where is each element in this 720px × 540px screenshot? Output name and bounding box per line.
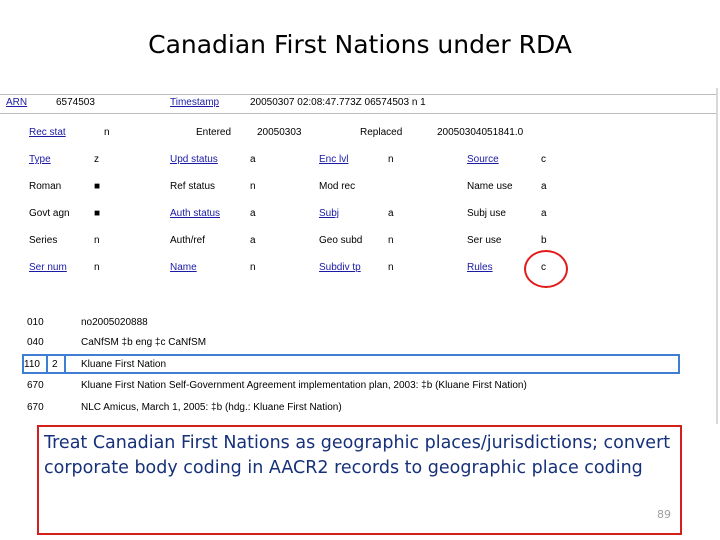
fixed-field-label: Roman (29, 181, 62, 192)
fixed-field-label[interactable]: Auth status (170, 208, 220, 219)
field-tag: 670 (27, 380, 44, 391)
screen-edge (716, 88, 718, 424)
fixed-field-value: n (388, 235, 394, 246)
fixed-field-value: c (541, 154, 546, 165)
fixed-field-value: a (250, 208, 256, 219)
fixed-field-label: Ref status (170, 181, 216, 192)
fixed-field-value: n (94, 262, 100, 273)
fixed-field-value: a (250, 235, 256, 246)
fixed-field-value: n (388, 262, 394, 273)
highlight-divider (46, 354, 48, 374)
fixed-field-label[interactable]: Type (29, 154, 51, 165)
arn-value: 6574503 (56, 97, 95, 108)
fixed-field-label[interactable]: Rules (467, 262, 493, 273)
fixed-field-value: n (388, 154, 394, 165)
rules-highlight-circle (524, 250, 568, 288)
fixed-field-value: ■ (94, 181, 101, 192)
field-content: Kluane First Nation Self-Government Agre… (81, 380, 527, 391)
fixed-field-value: a (250, 154, 256, 165)
field-content: NLC Amicus, March 1, 2005: ‡b (hdg.: Klu… (81, 402, 342, 413)
field-tag: 040 (27, 337, 44, 348)
field-content: CaNfSM ‡b eng ‡c CaNfSM (81, 337, 207, 348)
slide-title: Canadian First Nations under RDA (148, 30, 572, 59)
authority-record-screen: ARN 6574503 Timestamp 20050307 02:08:47.… (0, 88, 718, 424)
fixed-field-value: a (388, 208, 394, 219)
fixed-field-value: 20050304051841.0 (437, 127, 524, 138)
fixed-field-label[interactable]: Subj (319, 208, 339, 219)
fixed-field-value: n (94, 235, 100, 246)
fixed-field-label: Series (29, 235, 58, 246)
fixed-field-value: z (94, 154, 99, 165)
timestamp-value: 20050307 02:08:47.773Z 06574503 n 1 (250, 97, 426, 108)
fixed-field-label[interactable]: Source (467, 154, 499, 165)
highlight-divider (64, 354, 66, 374)
timestamp-label[interactable]: Timestamp (170, 97, 219, 108)
field-content: no2005020888 (81, 317, 148, 328)
fixed-field-label: Name use (467, 181, 513, 192)
field-tag: 010 (27, 317, 44, 328)
fixed-field-value: b (541, 235, 547, 246)
fixed-field-label[interactable]: Name (170, 262, 197, 273)
fixed-field-value: a (541, 181, 547, 192)
fixed-field-value: 20050303 (257, 127, 302, 138)
field-tag: 670 (27, 402, 44, 413)
fixed-field-label[interactable]: Rec stat (29, 127, 66, 138)
fixed-field-label: Subj use (467, 208, 506, 219)
fixed-field-label: Auth/ref (170, 235, 206, 246)
fixed-field-value: n (104, 127, 110, 138)
fixed-field-label: Geo subd (319, 235, 363, 246)
fixed-field-label: Mod rec (319, 181, 356, 192)
fixed-field-label: Govt agn (29, 208, 70, 219)
fixed-field-label: Ser use (467, 235, 502, 246)
fixed-field-label[interactable]: Enc lvl (319, 154, 348, 165)
field-110-highlight-box (22, 354, 680, 374)
page-number: 89 (657, 508, 671, 521)
fixed-field-value: a (541, 208, 547, 219)
fixed-field-label: Replaced (360, 127, 403, 138)
fixed-field-value: n (250, 181, 256, 192)
fixed-field-value: ■ (94, 208, 101, 219)
fixed-field-label: Entered (196, 127, 232, 138)
fixed-field-label[interactable]: Upd status (170, 154, 218, 165)
note-box: Treat Canadian First Nations as geograph… (37, 425, 682, 535)
fixed-field-label[interactable]: Ser num (29, 262, 67, 273)
fixed-field-value: n (250, 262, 256, 273)
arn-label[interactable]: ARN (6, 97, 27, 108)
fixed-field-label[interactable]: Subdiv tp (319, 262, 361, 273)
note-text: Treat Canadian First Nations as geograph… (44, 433, 671, 478)
